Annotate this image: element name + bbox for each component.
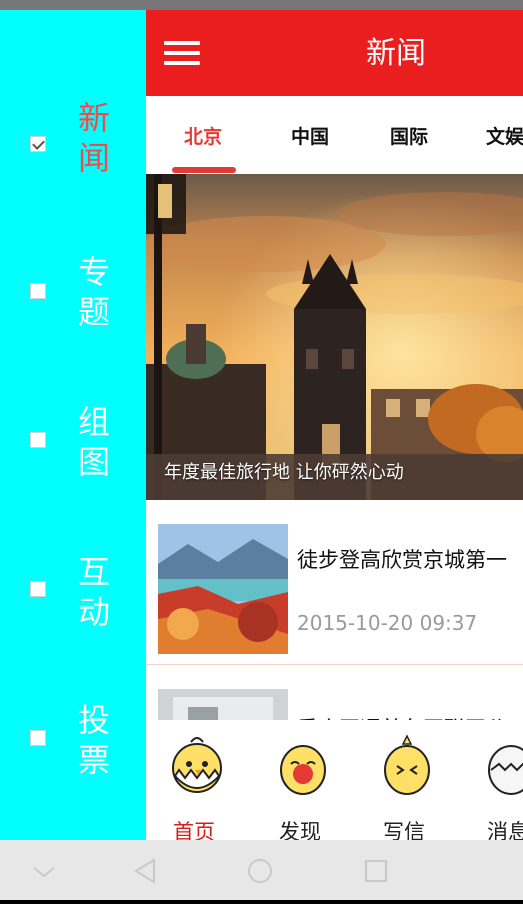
category-tabs: 北京 中国 国际 文娱 [146,96,523,174]
nav-label: 消息 [487,820,523,840]
drawer-checkbox-vote[interactable] [30,730,46,746]
drawer-checkbox-topics[interactable] [30,283,46,299]
list-item[interactable]: 徒步登高欣赏京城第一 2015-10-20 09:37 [146,500,523,660]
drawer-item-label: 新闻 [78,99,111,177]
news-thumbnail [158,524,288,654]
nav-item-messages[interactable]: 消息 [458,720,523,840]
discover-chick-icon [280,745,326,795]
drawer-checkbox-gallery[interactable] [30,432,46,448]
main-panel: 新闻 北京 中国 国际 文娱 年度最佳旅行地 让你砰然心动 徒步登高欣赏京城第一… [146,10,523,840]
home-icon[interactable] [248,859,272,883]
bottom-navigation: 首页 发现 写信 消息 [146,720,523,840]
drawer-checkbox-interactive[interactable] [30,581,46,597]
hero-banner[interactable]: 年度最佳旅行地 让你砰然心动 [146,174,523,500]
write-chick-icon [384,734,430,795]
tab-entertainment[interactable]: 文娱 [486,122,523,149]
app-bar: 新闻 [146,10,523,96]
nav-item-discover[interactable]: 发现 [250,720,350,840]
news-timestamp: 2015-10-20 09:37 [297,611,478,635]
drawer-item-news[interactable]: 新闻 [0,99,146,222]
nav-label: 发现 [279,820,321,840]
drawer-item-label: 投票 [78,701,111,779]
status-bar [0,0,523,10]
news-title: 徒步登高欣赏京城第一 [297,548,507,572]
back-icon[interactable] [134,858,155,884]
drawer-item-label: 专题 [78,253,111,331]
drawer-item-interactive[interactable]: 互动 [0,550,146,670]
tab-beijing[interactable]: 北京 [184,122,222,149]
drawer-checkbox-news[interactable] [30,136,46,152]
drawer-item-label: 组图 [78,403,111,481]
navigation-drawer: 新闻 专题 组图 互动 投票 [0,10,146,840]
message-chick-icon [488,745,523,795]
system-navigation-bar [0,840,523,900]
nav-item-write[interactable]: 写信 [354,720,454,840]
drawer-item-gallery[interactable]: 组图 [0,400,146,520]
active-tab-indicator [172,167,236,173]
drawer-item-topics[interactable]: 专题 [0,250,146,370]
hero-image [146,174,523,500]
drawer-item-vote[interactable]: 投票 [0,698,146,818]
hamburger-menu-icon[interactable] [164,41,200,65]
tab-china[interactable]: 中国 [291,122,329,149]
nav-item-home[interactable]: 首页 [146,720,244,840]
nav-label: 首页 [173,820,215,840]
home-chick-icon [172,737,222,793]
hero-caption: 年度最佳旅行地 让你砰然心动 [164,462,404,483]
nav-label: 写信 [383,820,425,840]
page-title: 新闻 [366,36,426,71]
drawer-item-label: 互动 [78,553,111,631]
tab-international[interactable]: 国际 [390,122,428,149]
recents-icon[interactable] [365,860,387,882]
collapse-icon[interactable] [33,867,55,878]
